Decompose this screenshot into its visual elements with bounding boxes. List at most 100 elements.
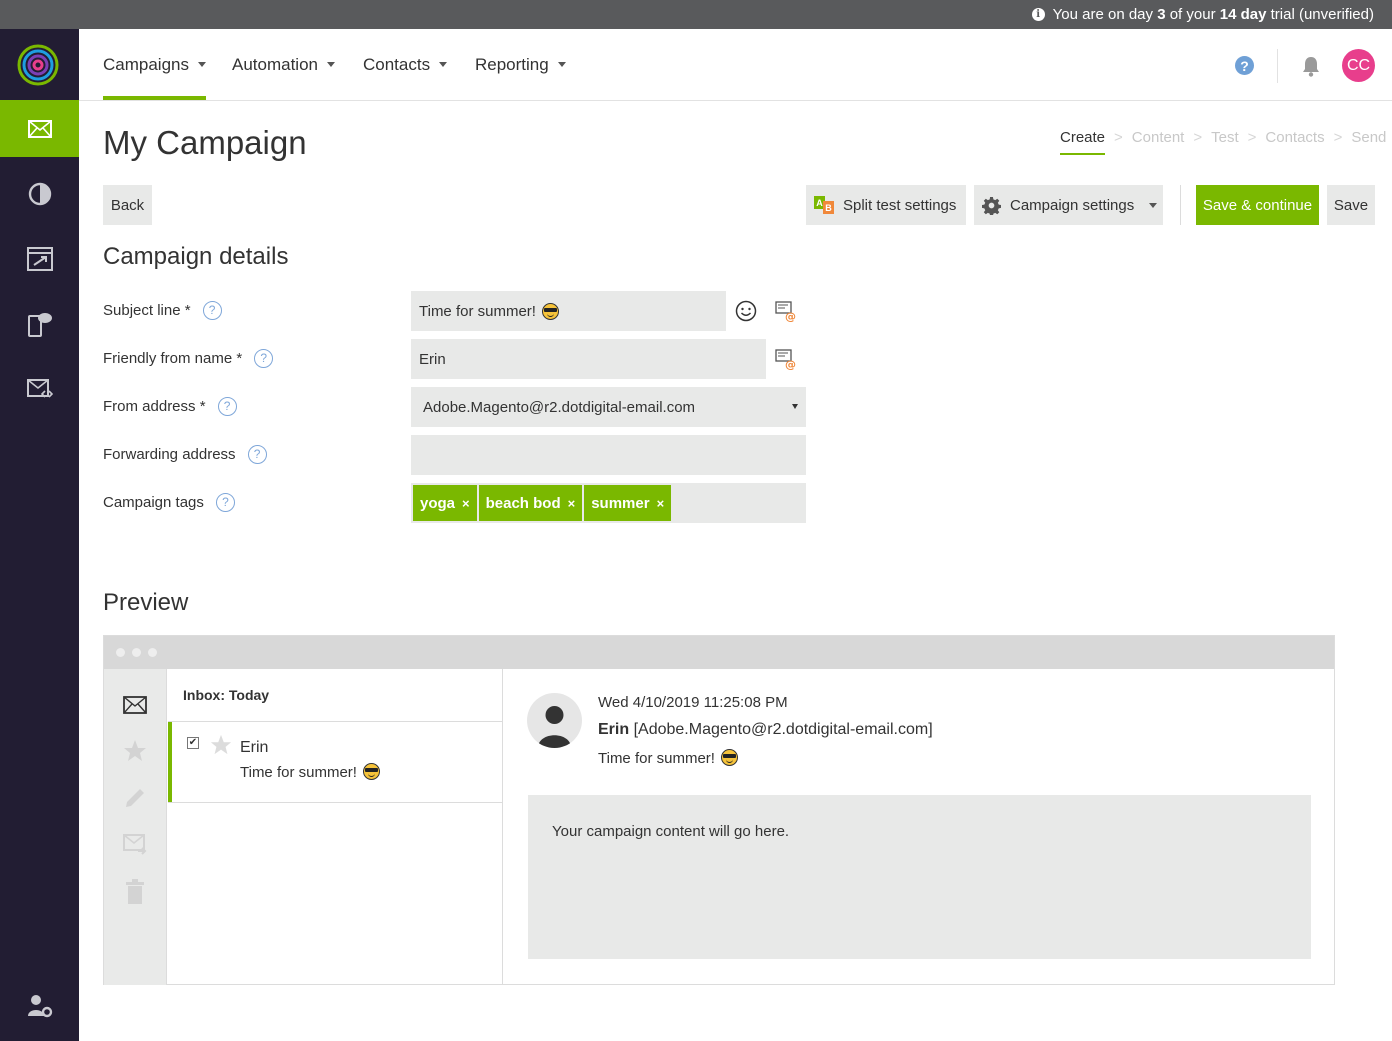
back-button[interactable]: Back (103, 185, 152, 225)
svg-text:@: @ (785, 358, 796, 370)
top-navigation: Campaigns Automation Contacts Reporting … (79, 29, 1392, 101)
message-sender: Erin [Adobe.Magento@r2.dotdigital-email.… (598, 721, 933, 739)
mail-code-icon (26, 378, 53, 398)
mail-icon (123, 696, 147, 714)
split-test-icon: AB (814, 196, 834, 214)
help-icon[interactable]: ? (217, 396, 237, 416)
subject-line-label: Subject line * ? (103, 299, 222, 321)
close-icon[interactable]: × (657, 496, 665, 511)
left-sidebar (0, 29, 79, 1041)
step-create[interactable]: Create (1060, 129, 1106, 155)
campaign-tags-label-text: Campaign tags (103, 493, 204, 511)
chevron-down-icon (1149, 202, 1158, 208)
step-test[interactable]: Test (1211, 129, 1239, 155)
sunglasses-emoji-icon (362, 763, 380, 780)
save-continue-button[interactable]: Save & continue (1196, 185, 1319, 225)
window-dot (132, 648, 141, 657)
personalization-icon[interactable]: @ (775, 348, 797, 370)
chevron-down-icon (557, 62, 566, 67)
trial-day: 3 (1157, 6, 1166, 23)
sidebar-item-campaigns[interactable] (0, 100, 79, 157)
sender-name: Erin (598, 721, 630, 738)
preview-inbox: Inbox: Today ✔ Erin Time for summer! (168, 669, 503, 985)
nav-reporting[interactable]: Reporting (475, 29, 566, 100)
forward-mail-icon (123, 834, 147, 855)
help-icon[interactable]: ? (254, 348, 274, 368)
trial-suffix: trial (unverified) (1270, 6, 1374, 23)
chevron-right-icon: > (1247, 129, 1257, 146)
sidebar-item-sms[interactable] (0, 295, 79, 352)
emoji-picker-icon[interactable] (735, 300, 757, 322)
trial-length: 14 day (1219, 6, 1267, 23)
sender-address: [Adobe.Magento@r2.dotdigital-email.com] (633, 721, 933, 738)
nav-campaigns-label: Campaigns (103, 54, 189, 74)
nav-contacts-label: Contacts (363, 54, 431, 74)
from-address-value: Adobe.Magento@r2.dotdigital-email.com (423, 398, 696, 416)
trial-middle: of your (1169, 6, 1216, 23)
pie-chart-icon (28, 182, 51, 205)
checkbox: ✔ (187, 737, 199, 749)
chevron-right-icon: > (1193, 129, 1203, 146)
close-icon[interactable]: × (462, 496, 470, 511)
sunglasses-emoji-icon (541, 302, 559, 320)
tag-yoga[interactable]: yoga × (413, 485, 477, 521)
forwarding-address-label-text: Forwarding address (103, 445, 236, 463)
split-test-button[interactable]: AB Split test settings (806, 185, 966, 225)
subject-line-value: Time for summer! (419, 302, 536, 320)
close-icon[interactable]: × (568, 496, 576, 511)
tag-label: summer (591, 494, 650, 512)
subject-line-label-text: Subject line * (103, 301, 191, 319)
chevron-down-icon (327, 62, 335, 67)
tag-summer[interactable]: summer × (584, 485, 672, 521)
tag-beach-bod[interactable]: beach bod × (478, 485, 583, 521)
forwarding-address-label: Forwarding address ? (103, 443, 267, 465)
nav-campaigns[interactable]: Campaigns (103, 29, 206, 100)
window-dot (148, 648, 157, 657)
campaign-settings-button[interactable]: Campaign settings (974, 185, 1163, 225)
step-send[interactable]: Send (1351, 129, 1386, 155)
preview-icon-rail (104, 669, 167, 985)
trial-banner: i You are on day 3 of your 14 day trial … (0, 0, 1392, 29)
from-name-label-text: Friendly from name * (103, 349, 243, 367)
nav-contacts[interactable]: Contacts (363, 29, 448, 100)
help-icon[interactable]: ? (202, 300, 222, 320)
person-icon (538, 706, 571, 748)
message-subject-text: Time for summer! (240, 764, 357, 781)
message-subject: Time for summer! (240, 763, 380, 781)
save-button[interactable]: Save (1327, 185, 1375, 225)
preview-reading-pane: Wed 4/10/2019 11:25:08 PM Erin [Adobe.Ma… (504, 669, 1334, 985)
message-subject-line-text: Time for summer! (598, 750, 715, 767)
logo-icon[interactable] (17, 44, 59, 86)
subject-line-input[interactable]: Time for summer! (411, 291, 726, 331)
pencil-icon (126, 789, 144, 807)
sidebar-item-reports[interactable] (0, 165, 79, 222)
help-icon[interactable]: ? (1235, 56, 1254, 75)
campaign-tags-input[interactable]: yoga × beach bod × summer × (411, 483, 806, 523)
from-name-value: Erin (419, 350, 446, 368)
from-name-label: Friendly from name * ? (103, 347, 274, 369)
message-subject-line: Time for summer! (598, 749, 738, 767)
step-contacts[interactable]: Contacts (1265, 129, 1324, 155)
nav-automation[interactable]: Automation (232, 29, 335, 100)
help-icon[interactable]: ? (215, 492, 235, 512)
campaign-tags-label: Campaign tags ? (103, 491, 235, 513)
sidebar-item-automation[interactable] (0, 230, 79, 287)
from-address-select[interactable]: Adobe.Magento@r2.dotdigital-email.com (411, 387, 806, 427)
help-icon[interactable]: ? (247, 444, 267, 464)
step-content[interactable]: Content (1132, 129, 1185, 155)
split-test-label: Split test settings (843, 196, 957, 214)
from-name-input[interactable]: Erin (411, 339, 766, 379)
campaign-details-heading: Campaign details (103, 243, 289, 270)
user-avatar[interactable]: CC (1342, 49, 1375, 82)
preview-heading: Preview (103, 589, 189, 616)
chevron-down-icon (439, 62, 448, 67)
sidebar-item-templates[interactable] (0, 360, 79, 417)
bell-icon[interactable] (1301, 55, 1321, 77)
sidebar-item-account[interactable] (0, 977, 79, 1034)
personalization-icon[interactable]: @ (775, 300, 797, 322)
chevron-down-icon (198, 62, 206, 67)
forwarding-address-input[interactable] (411, 435, 806, 475)
inbox-header: Inbox: Today (183, 687, 270, 703)
trash-icon (126, 879, 144, 904)
star-icon (124, 740, 146, 761)
